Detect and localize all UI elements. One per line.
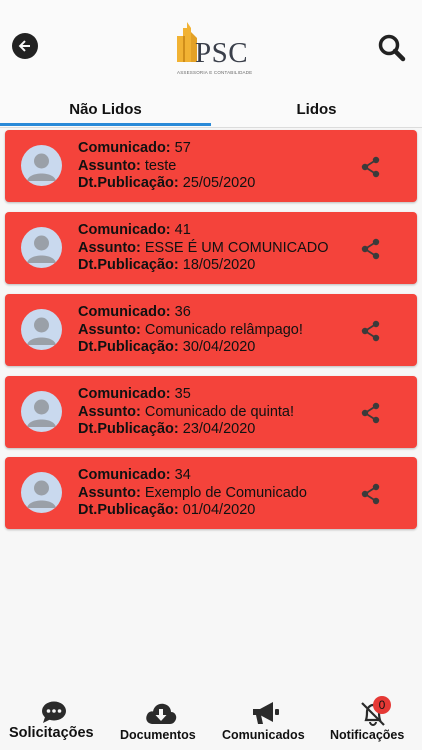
assunto-label: Assunto: [78, 484, 141, 501]
search-button[interactable] [377, 33, 407, 63]
comunicado-label: Comunicado: [78, 140, 171, 156]
nav-documentos[interactable]: Documentos [105, 690, 215, 750]
communication-card[interactable]: Comunicado: 35 Assunto: Comunicado de qu… [5, 376, 417, 448]
app-header: PSC ASSESSORIA E CONTABILIDADE [0, 0, 422, 90]
assunto-value: Comunicado relâmpago! [144, 321, 303, 338]
publicacao-date: 01/04/2020 [182, 502, 256, 518]
user-placeholder-icon [27, 153, 56, 181]
assunto-value: Exemplo de Comunicado [144, 484, 307, 501]
arrow-left-icon [18, 40, 30, 52]
avatar [21, 472, 62, 513]
card-text: Comunicado: 41 Assunto: ESSE É UM COMUNI… [78, 222, 329, 275]
comunicado-label: Comunicado: [78, 386, 171, 402]
nav-label-notificacoes: Notificações [330, 728, 405, 742]
publicacao-label: Dt.Publicação: [78, 502, 179, 518]
card-text: Comunicado: 36 Assunto: Comunicado relâm… [78, 304, 303, 357]
communication-card[interactable]: Comunicado: 41 Assunto: ESSE É UM COMUNI… [5, 212, 417, 284]
avatar [21, 391, 62, 432]
bottom-navigation: Solicitações Documentos Comunicados Noti… [0, 690, 422, 750]
card-text: Comunicado: 35 Assunto: Comunicado de qu… [78, 386, 294, 439]
share-icon[interactable] [361, 156, 381, 178]
avatar [21, 227, 62, 268]
avatar [21, 145, 62, 186]
user-placeholder-icon [27, 317, 56, 345]
comunicado-number: 35 [174, 386, 191, 402]
search-icon [378, 34, 406, 62]
nav-solicitacoes[interactable]: Solicitações [0, 690, 105, 750]
share-icon[interactable] [361, 402, 381, 424]
share-icon[interactable] [361, 483, 381, 505]
publicacao-label: Dt.Publicação: [78, 421, 179, 437]
logo-text: PSC [195, 37, 249, 69]
megaphone-icon [253, 702, 279, 724]
publicacao-date: 18/05/2020 [182, 257, 256, 273]
publicacao-label: Dt.Publicação: [78, 339, 179, 355]
assunto-value: teste [144, 157, 177, 174]
notification-count-badge: 0 [373, 696, 391, 714]
assunto-label: Assunto: [78, 321, 141, 338]
nav-notificacoes[interactable]: Notificações [320, 690, 422, 750]
comunicado-label: Comunicado: [78, 467, 171, 483]
share-icon[interactable] [361, 320, 381, 342]
card-text: Comunicado: 57 Assunto: teste Dt.Publica… [78, 140, 255, 193]
nav-label-documentos: Documentos [120, 728, 196, 742]
communication-card[interactable]: Comunicado: 34 Assunto: Exemplo de Comun… [5, 457, 417, 529]
publicacao-label: Dt.Publicação: [78, 175, 179, 191]
app-screen: PSC ASSESSORIA E CONTABILIDADE Não Lidos… [0, 0, 422, 750]
active-tab-indicator [0, 123, 211, 126]
nav-label-comunicados: Comunicados [222, 728, 305, 742]
logo-subtitle: ASSESSORIA E CONTABILIDADE [177, 70, 253, 75]
comunicado-number: 57 [174, 140, 191, 156]
user-placeholder-icon [27, 235, 56, 263]
assunto-label: Assunto: [78, 403, 141, 420]
comunicado-label: Comunicado: [78, 222, 171, 238]
nav-comunicados[interactable]: Comunicados [215, 690, 320, 750]
tab-lidos[interactable]: Lidos [211, 90, 422, 128]
share-icon[interactable] [361, 238, 381, 260]
chat-bubble-icon [42, 701, 66, 723]
publicacao-date: 25/05/2020 [182, 175, 256, 191]
comunicado-number: 36 [174, 304, 191, 320]
assunto-value: ESSE É UM COMUNICADO [144, 239, 329, 256]
nav-label-solicitacoes: Solicitações [9, 725, 94, 741]
assunto-label: Assunto: [78, 239, 141, 256]
publicacao-date: 30/04/2020 [182, 339, 256, 355]
avatar [21, 309, 62, 350]
card-text: Comunicado: 34 Assunto: Exemplo de Comun… [78, 467, 307, 520]
user-placeholder-icon [27, 480, 56, 508]
back-button[interactable] [12, 33, 38, 59]
comunicado-number: 34 [174, 467, 191, 483]
assunto-value: Comunicado de quinta! [144, 403, 295, 420]
communication-card[interactable]: Comunicado: 36 Assunto: Comunicado relâm… [5, 294, 417, 366]
publicacao-date: 23/04/2020 [182, 421, 256, 437]
comunicado-label: Comunicado: [78, 304, 171, 320]
comunicado-number: 41 [174, 222, 191, 238]
company-logo: PSC ASSESSORIA E CONTABILIDADE [173, 22, 252, 78]
cloud-download-icon [146, 703, 177, 724]
assunto-label: Assunto: [78, 157, 141, 174]
user-placeholder-icon [27, 399, 56, 427]
communication-card[interactable]: Comunicado: 57 Assunto: teste Dt.Publica… [5, 130, 417, 202]
publicacao-label: Dt.Publicação: [78, 257, 179, 273]
